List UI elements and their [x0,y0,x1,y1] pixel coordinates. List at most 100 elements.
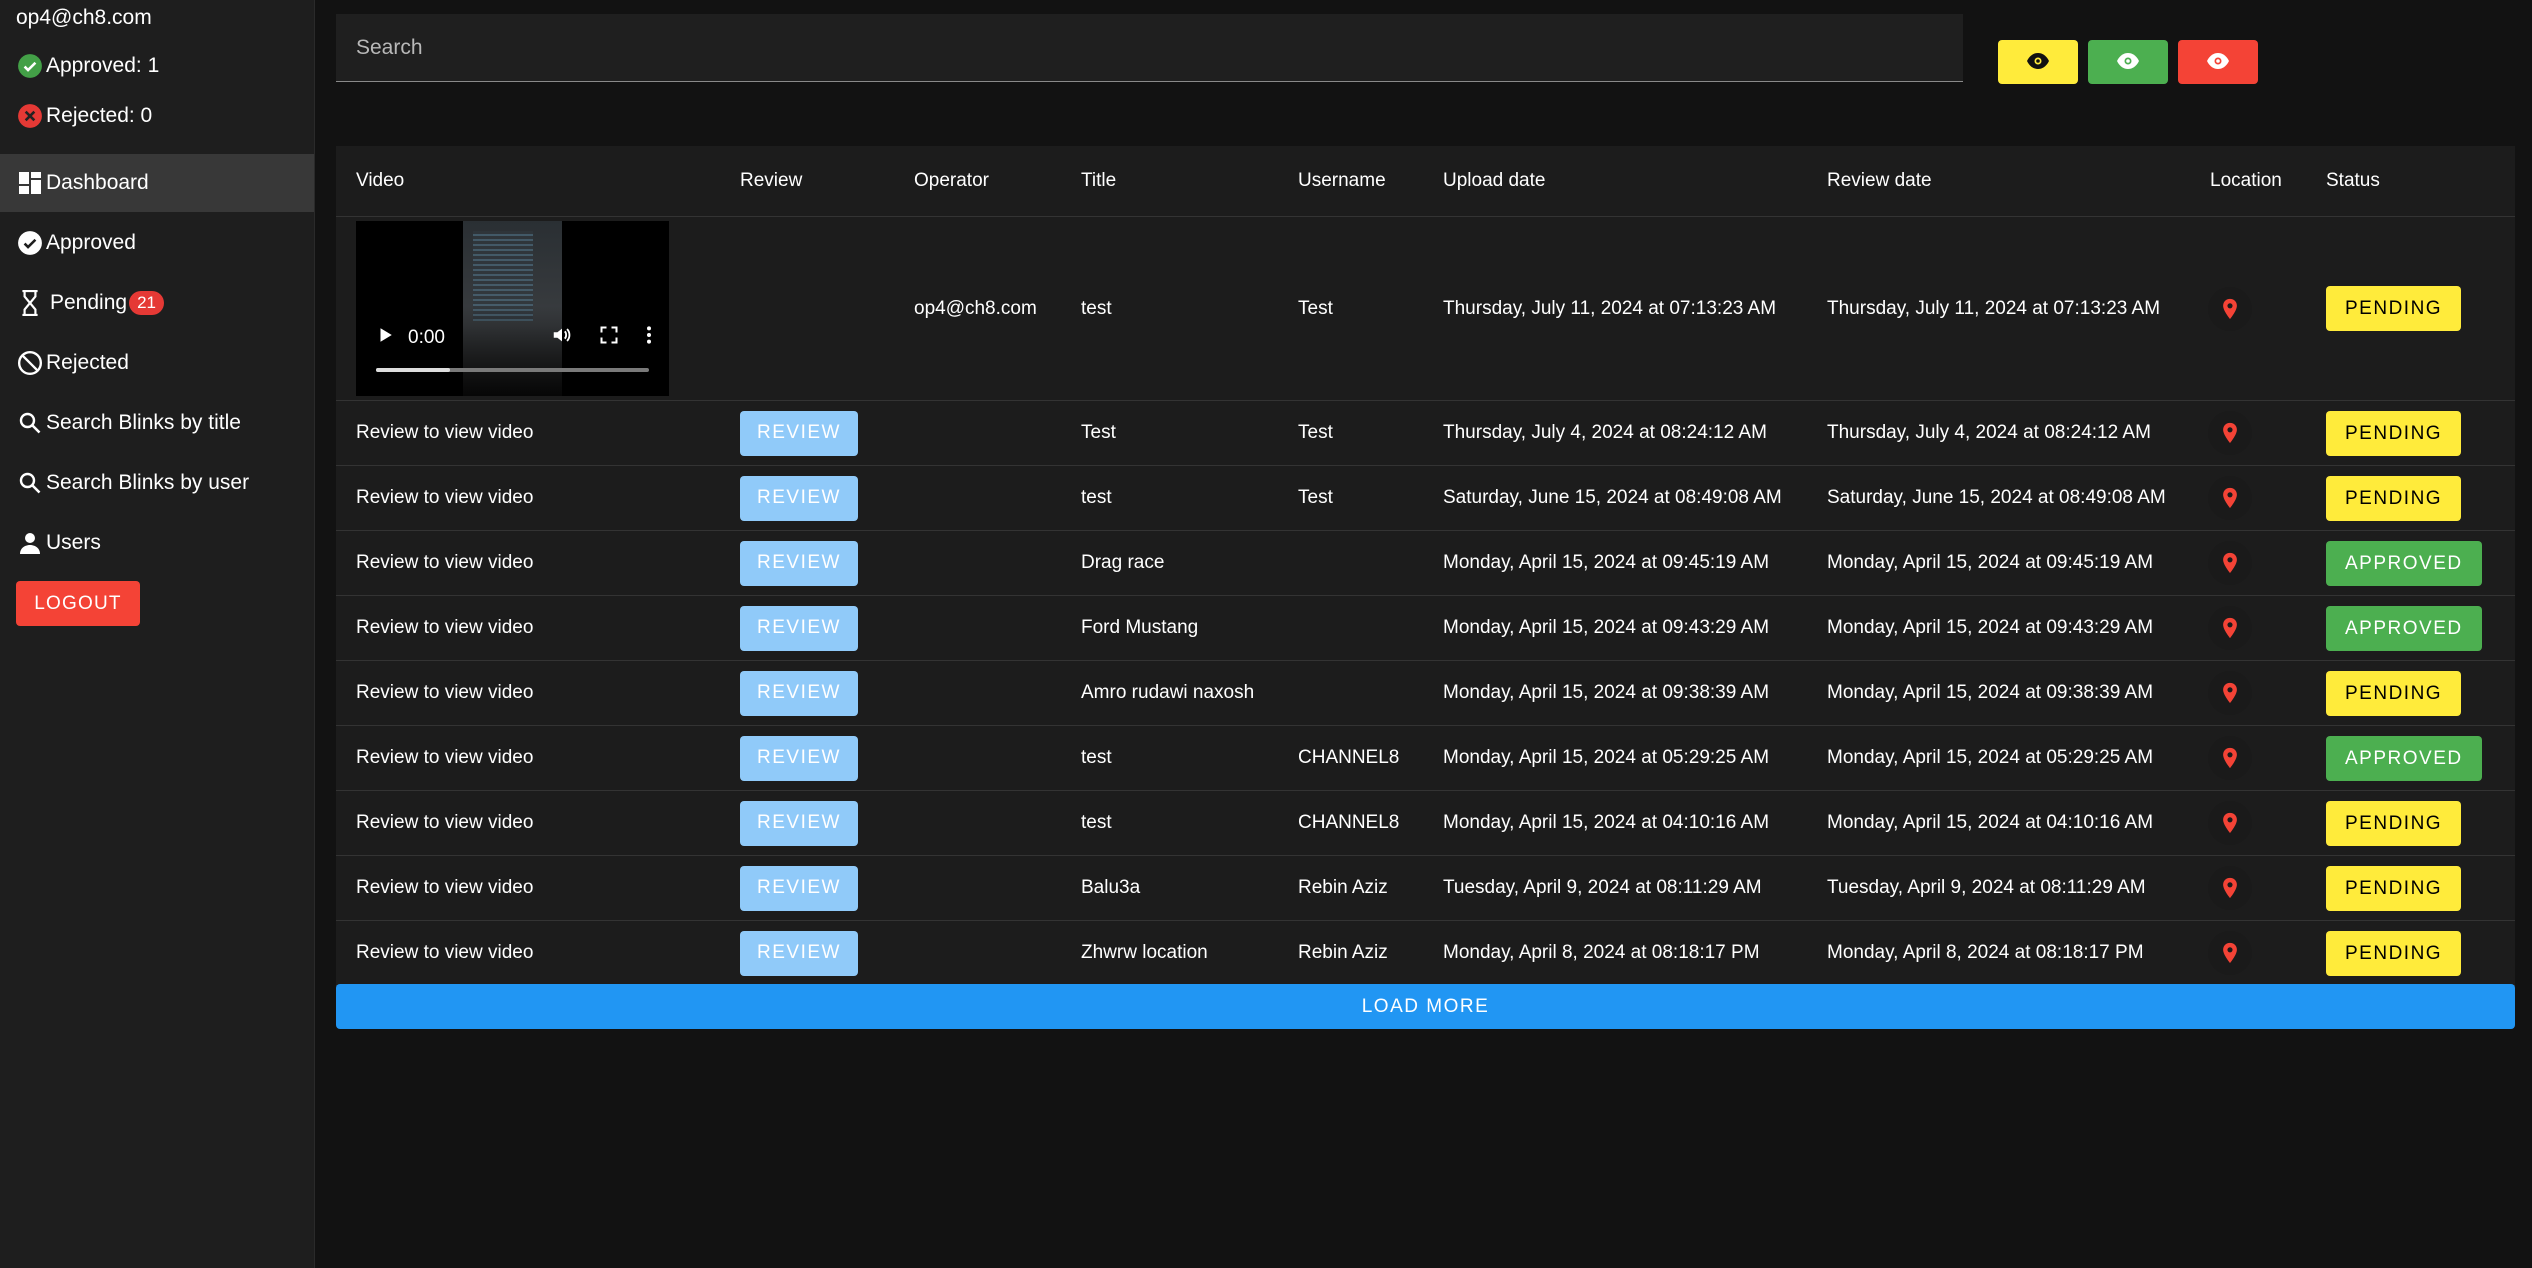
sidebar-item-dashboard[interactable]: Dashboard [0,154,314,212]
location-pin-icon[interactable] [2208,476,2252,520]
review-cell: REVIEW [720,725,894,791]
location-pin-icon[interactable] [2208,606,2252,650]
upload-date-cell: Monday, April 15, 2024 at 04:10:16 AM [1423,790,1807,856]
review-button[interactable]: REVIEW [740,605,858,651]
eye-icon [2206,49,2230,76]
review-button[interactable]: REVIEW [740,735,858,781]
sidebar-item-pending[interactable]: Pending 21 [0,274,314,332]
table-row: Review to view video REVIEW Test Test Thursd… [336,400,2515,466]
operator-cell [894,725,1061,791]
title-cell: Drag race [1061,530,1278,596]
username-cell: Rebin Aziz [1278,855,1423,921]
volume-icon[interactable] [551,324,573,352]
title-cell: Zhwrw location [1061,920,1278,986]
sidebar-item-search-title[interactable]: Search Blinks by title [0,394,314,452]
location-cell [2190,855,2306,921]
column-header[interactable]: Status [2306,146,2515,217]
review-cell: REVIEW [720,660,894,726]
video-time: 0:00 [408,327,445,348]
table-row: Review to view video REVIEW Zhwrw location… [336,920,2515,986]
video-progress[interactable] [376,368,649,372]
status-cell: PENDING [2306,660,2515,726]
location-pin-icon[interactable] [2208,736,2252,780]
location-cell [2190,595,2306,661]
video-cell: Review to view video [336,595,720,661]
title-cell: Amro rudawi naxosh [1061,660,1278,726]
sidebar-item-label: Search Blinks by title [46,411,241,434]
check-circle-icon [16,52,44,80]
sidebar-nav: Dashboard Approved Pending 21 Rejected S… [0,154,314,574]
review-cell [720,216,894,401]
sidebar-item-users[interactable]: Users [0,514,314,572]
username-cell: CHANNEL8 [1278,725,1423,791]
review-date-cell: Saturday, June 15, 2024 at 08:49:08 AM [1807,465,2190,531]
review-button[interactable]: REVIEW [740,410,858,456]
column-header[interactable]: Username [1278,146,1423,217]
location-pin-icon[interactable] [2208,411,2252,455]
review-button[interactable]: REVIEW [740,670,858,716]
review-button[interactable]: REVIEW [740,865,858,911]
sidebar-item-label: Rejected [46,351,129,374]
review-button[interactable]: REVIEW [740,540,858,586]
fullscreen-icon[interactable] [599,325,619,351]
column-header[interactable]: Title [1061,146,1278,217]
review-cell: REVIEW [720,790,894,856]
dashboard-icon [16,169,44,197]
play-icon[interactable] [376,326,394,350]
video-cell: Review to view video [336,400,720,466]
column-header[interactable]: Review date [1807,146,2190,217]
status-cell: APPROVED [2306,725,2515,791]
location-cell [2190,400,2306,466]
upload-date-cell: Monday, April 15, 2024 at 09:38:39 AM [1423,660,1807,726]
location-pin-icon[interactable] [2208,801,2252,845]
table-row: Review to view video REVIEW Balu3a Rebin Az… [336,855,2515,921]
upload-date-cell: Tuesday, April 9, 2024 at 08:11:29 AM [1423,855,1807,921]
column-header[interactable]: Operator [894,146,1061,217]
filter-pending-button[interactable] [1998,40,2078,84]
title-cell: test [1061,465,1278,531]
review-cell: REVIEW [720,595,894,661]
load-more-button[interactable]: LOAD MORE [336,984,2515,1029]
location-pin-icon[interactable] [2208,541,2252,585]
review-button[interactable]: REVIEW [740,475,858,521]
approved-count-label: Approved: 1 [46,54,160,77]
table-row: 0:00 op4@ch8.com test Test Thursday, Jul… [336,216,2515,401]
status-badge: APPROVED [2326,540,2482,586]
video-cell: Review to view video [336,790,720,856]
logout-button[interactable]: LOGOUT [16,581,140,626]
sidebar-item-approved[interactable]: Approved [0,214,314,272]
operator-cell [894,660,1061,726]
video-player[interactable]: 0:00 [356,221,669,396]
review-date-cell: Monday, April 15, 2024 at 09:45:19 AM [1807,530,2190,596]
table-header-row: Video Review Operator Title Username Upl… [336,146,2515,217]
location-cell [2190,465,2306,531]
cancel-circle-icon [16,102,44,130]
column-header[interactable]: Upload date [1423,146,1807,217]
more-vert-icon[interactable] [645,325,653,351]
column-header[interactable]: Location [2190,146,2306,217]
status-cell: PENDING [2306,855,2515,921]
review-button[interactable]: REVIEW [740,800,858,846]
title-cell: test [1061,790,1278,856]
filter-approved-button[interactable] [2088,40,2168,84]
column-header[interactable]: Review [720,146,894,217]
status-badge: APPROVED [2326,605,2482,651]
sidebar-item-label: Users [46,531,101,554]
sidebar-item-search-user[interactable]: Search Blinks by user [0,454,314,512]
filter-rejected-button[interactable] [2178,40,2258,84]
search-icon [16,469,44,497]
search-input[interactable] [336,14,1963,81]
operator-cell [894,920,1061,986]
column-header[interactable]: Video [336,146,720,217]
location-pin-icon[interactable] [2208,931,2252,975]
location-pin-icon[interactable] [2208,286,2252,331]
sidebar-item-rejected[interactable]: Rejected [0,334,314,392]
status-cell: PENDING [2306,920,2515,986]
location-pin-icon[interactable] [2208,671,2252,715]
video-cell: Review to view video [336,660,720,726]
location-pin-icon[interactable] [2208,866,2252,910]
review-button[interactable]: REVIEW [740,930,858,976]
sidebar-item-label: Search Blinks by user [46,471,250,494]
rejected-count-label: Rejected: 0 [46,104,153,127]
location-cell [2190,660,2306,726]
